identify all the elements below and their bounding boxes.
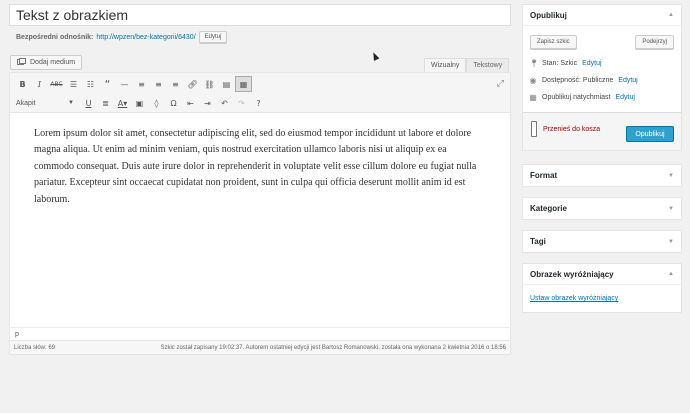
word-count: Liczba słów: 69	[14, 344, 56, 351]
featured-image-box: Obrazek wyróżniający ▲ Ustaw obrazek wyr…	[522, 263, 682, 313]
redo-icon[interactable]: ↷	[233, 95, 250, 111]
outdent-icon[interactable]: ⇤	[182, 95, 199, 111]
expand-arrow-icon[interactable]: ▼	[668, 206, 674, 212]
underline-icon[interactable]: U	[80, 95, 97, 111]
editor-content[interactable]: Lorem ipsum dolor sit amet, consectetur …	[10, 113, 510, 327]
preview-button[interactable]: Podejrzyj	[635, 35, 674, 49]
special-character-icon[interactable]: Ω	[165, 95, 182, 111]
publish-box: Opublikuj ▲ Zapisz szkic Podejrzyj 📍︎ St…	[522, 4, 682, 151]
visibility-edit-link[interactable]: Edytuj	[618, 77, 637, 84]
format-select-value: Akapit	[16, 99, 36, 107]
mouse-cursor-icon	[370, 51, 380, 61]
permalink-edit-button[interactable]: Edytuj	[198, 31, 228, 43]
read-more-icon[interactable]: ▤	[218, 76, 235, 92]
editor-path: p	[10, 327, 510, 341]
publish-button[interactable]: Opublikuj	[626, 126, 674, 142]
horizontal-line-icon[interactable]: —	[116, 76, 133, 92]
status-label: Stan:	[542, 60, 559, 67]
tags-box-title: Tagi	[530, 237, 546, 246]
set-featured-image-link[interactable]: Ustaw obrazek wyróżniający	[523, 285, 681, 312]
clear-formatting-icon[interactable]: ◊	[148, 95, 165, 111]
visibility-row: ◉ Dostępność: Publiczne Edytuj	[523, 72, 681, 89]
indent-icon[interactable]: ⇥	[199, 95, 216, 111]
numbered-list-icon[interactable]: ☷	[82, 76, 99, 92]
permalink-bar: Bezpośredni odnośnik: http://wpzen/bez-k…	[16, 31, 228, 43]
justify-icon[interactable]: ≣	[97, 95, 114, 111]
text-color-icon[interactable]: A▾	[114, 95, 131, 111]
collapse-arrow-icon[interactable]: ▲	[668, 271, 674, 277]
editor-mode-tabs: Wizualny Tekstowy	[424, 58, 510, 72]
toolbar-toggle-icon[interactable]: ▦	[235, 76, 252, 92]
align-left-icon[interactable]: ≡	[133, 76, 150, 92]
unlink-icon[interactable]: ⛓︎	[201, 76, 218, 92]
visibility-value: Publiczne	[582, 77, 614, 84]
tags-box: Tagi ▼	[522, 230, 682, 253]
tags-box-header[interactable]: Tagi ▼	[523, 231, 681, 252]
trash-link[interactable]: Przenieś do kosza	[531, 121, 600, 137]
calendar-icon: ▦	[529, 93, 537, 102]
fullscreen-icon[interactable]: ⤢	[497, 78, 504, 89]
categories-box-title: Kategorie	[530, 204, 567, 213]
trash-label: Przenieś do kosza	[543, 125, 601, 133]
help-icon[interactable]: ?	[250, 95, 267, 111]
expand-arrow-icon[interactable]: ▼	[668, 239, 674, 245]
undo-icon[interactable]: ↶	[216, 95, 233, 111]
align-center-icon[interactable]: ≡	[150, 76, 167, 92]
featured-image-box-header[interactable]: Obrazek wyróżniający ▲	[523, 264, 681, 285]
publish-time-label: Opublikuj natychmiast	[542, 94, 611, 101]
status-edit-link[interactable]: Edytuj	[582, 60, 601, 67]
toolbar-row-1: B I ABC ☰ ☷ “ — ≡ ≡ ≡ 🔗︎ ⛓︎ ▤ ▦	[14, 76, 252, 92]
save-draft-button[interactable]: Zapisz szkic	[530, 35, 577, 49]
post-status-row: 📍︎ Stan: Szkic Edytuj	[523, 55, 681, 72]
strikethrough-icon[interactable]: ABC	[48, 76, 65, 92]
publish-box-title: Opublikuj	[530, 10, 567, 20]
align-right-icon[interactable]: ≡	[167, 76, 184, 92]
link-icon[interactable]: 🔗︎	[184, 76, 201, 92]
publish-actions: Zapisz szkic Podejrzyj	[523, 26, 681, 55]
chevron-down-icon: ▼	[68, 100, 74, 106]
editor-area: B I ABC ☰ ☷ “ — ≡ ≡ ≡ 🔗︎ ⛓︎ ▤ ▦ ⤢ Akapit…	[9, 72, 511, 355]
featured-image-box-title: Obrazek wyróżniający	[530, 269, 614, 279]
eye-icon: ◉	[529, 76, 537, 85]
publish-box-header[interactable]: Opublikuj ▲	[523, 5, 681, 26]
blockquote-icon[interactable]: “	[99, 76, 116, 92]
expand-arrow-icon[interactable]: ▼	[668, 173, 674, 179]
status-value: Szkic	[560, 60, 578, 67]
paste-as-text-icon[interactable]: ▣	[131, 95, 148, 111]
add-media-label: Dodaj medium	[30, 59, 76, 66]
permalink-label: Bezpośredni odnośnik:	[16, 33, 94, 41]
format-select[interactable]: Akapit ▼	[14, 96, 76, 110]
tab-text[interactable]: Tekstowy	[466, 58, 510, 72]
categories-box-header[interactable]: Kategorie ▼	[523, 198, 681, 219]
collapse-arrow-icon[interactable]: ▲	[668, 12, 674, 18]
editor-status-bar: Liczba słów: 69 Szkic został zapisany 19…	[10, 340, 510, 354]
post-title-input[interactable]: Tekst z obrazkiem	[9, 4, 511, 26]
pin-icon: 📍︎	[529, 59, 540, 68]
toolbar-row-2: Akapit ▼ U ≣ A▾ ▣ ◊ Ω ⇤ ⇥ ↶ ↷ ?	[14, 95, 267, 111]
format-box: Format ▼	[522, 164, 682, 187]
tab-visual[interactable]: Wizualny	[424, 58, 467, 72]
format-box-title: Format	[530, 171, 558, 180]
categories-box: Kategorie ▼	[522, 197, 682, 220]
permalink-link[interactable]: http://wpzen/bez-kategorii/6430/	[96, 34, 195, 41]
publish-footer: Przenieś do kosza Opublikuj	[523, 112, 681, 150]
publish-time-edit-link[interactable]: Edytuj	[615, 94, 634, 101]
bulleted-list-icon[interactable]: ☰	[65, 76, 82, 92]
trash-marker-icon	[531, 121, 537, 137]
publish-time-row: ▦ Opublikuj natychmiast Edytuj	[523, 89, 681, 106]
media-icon	[17, 57, 26, 68]
add-media-button[interactable]: Dodaj medium	[10, 55, 83, 70]
italic-icon[interactable]: I	[31, 76, 48, 92]
editor-toolbar: B I ABC ☰ ☷ “ — ≡ ≡ ≡ 🔗︎ ⛓︎ ▤ ▦ ⤢ Akapit…	[10, 73, 510, 113]
visibility-label: Dostępność:	[542, 77, 581, 84]
draft-saved-status: Szkic został zapisany 19:02:37. Autorem …	[160, 344, 506, 351]
format-box-header[interactable]: Format ▼	[523, 165, 681, 186]
bold-icon[interactable]: B	[14, 76, 31, 92]
